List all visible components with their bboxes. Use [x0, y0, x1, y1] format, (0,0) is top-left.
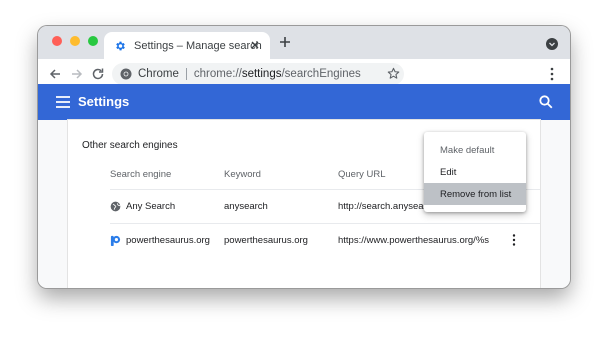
- more-actions-icon[interactable]: [511, 234, 517, 246]
- menu-item-edit[interactable]: Edit: [424, 161, 526, 183]
- close-tab-icon[interactable]: [248, 38, 262, 52]
- search-icon[interactable]: [539, 95, 553, 109]
- tab-title: Settings – Manage search engines: [134, 39, 262, 52]
- engine-action-menu: Make default Edit Remove from list: [424, 132, 526, 212]
- menu-item-remove-from-list[interactable]: Remove from list: [424, 183, 526, 205]
- engine-keyword: anysearch: [224, 201, 268, 212]
- hamburger-menu-icon[interactable]: [56, 96, 70, 108]
- zoom-window-button[interactable]: [88, 36, 98, 46]
- engine-query-url: https://www.powerthesaurus.org/%s: [338, 235, 490, 246]
- column-header-query-url: Query URL: [338, 169, 386, 180]
- engine-keyword: powerthesaurus.org: [224, 235, 308, 246]
- engine-name: Any Search: [126, 201, 176, 212]
- row-divider: [110, 223, 540, 224]
- powerthesaurus-icon: [110, 235, 121, 246]
- browser-menu-icon[interactable]: [548, 67, 556, 81]
- column-header-search-engine: Search engine: [110, 169, 172, 180]
- back-arrow-icon[interactable]: [48, 67, 62, 81]
- tab-settings[interactable]: Settings – Manage search engines: [104, 32, 270, 59]
- window-controls: [52, 36, 98, 46]
- address-bar[interactable]: Chrome chrome://settings/searchEngines: [112, 63, 404, 85]
- menu-item-make-default[interactable]: Make default: [424, 139, 526, 161]
- new-tab-icon[interactable]: [278, 35, 292, 49]
- bookmark-star-icon[interactable]: [387, 67, 400, 80]
- tab-strip: Settings – Manage search engines: [38, 26, 570, 59]
- globe-icon: [110, 201, 121, 212]
- page-title: Settings: [78, 94, 130, 109]
- reload-icon[interactable]: [91, 67, 105, 81]
- tab-search-icon[interactable]: [546, 38, 558, 50]
- engine-name: powerthesaurus.org: [126, 235, 210, 246]
- site-chip-label: Chrome: [138, 68, 179, 80]
- url-scheme: chrome://: [193, 68, 242, 80]
- forward-arrow-icon[interactable]: [70, 67, 84, 81]
- browser-window: Settings – Manage search engines: [38, 26, 570, 288]
- settings-gear-icon: [116, 41, 125, 50]
- url-host: settings: [241, 68, 282, 80]
- settings-header: Settings: [38, 84, 570, 120]
- omnibox-divider: [185, 68, 187, 80]
- minimize-window-button[interactable]: [70, 36, 80, 46]
- section-title: Other search engines: [82, 140, 178, 151]
- close-window-button[interactable]: [52, 36, 62, 46]
- chrome-logo-icon: [120, 68, 132, 80]
- column-header-keyword: Keyword: [224, 169, 261, 180]
- url-text: chrome://settings/searchEngines: [194, 68, 361, 80]
- url-path: /searchEngines: [281, 68, 361, 80]
